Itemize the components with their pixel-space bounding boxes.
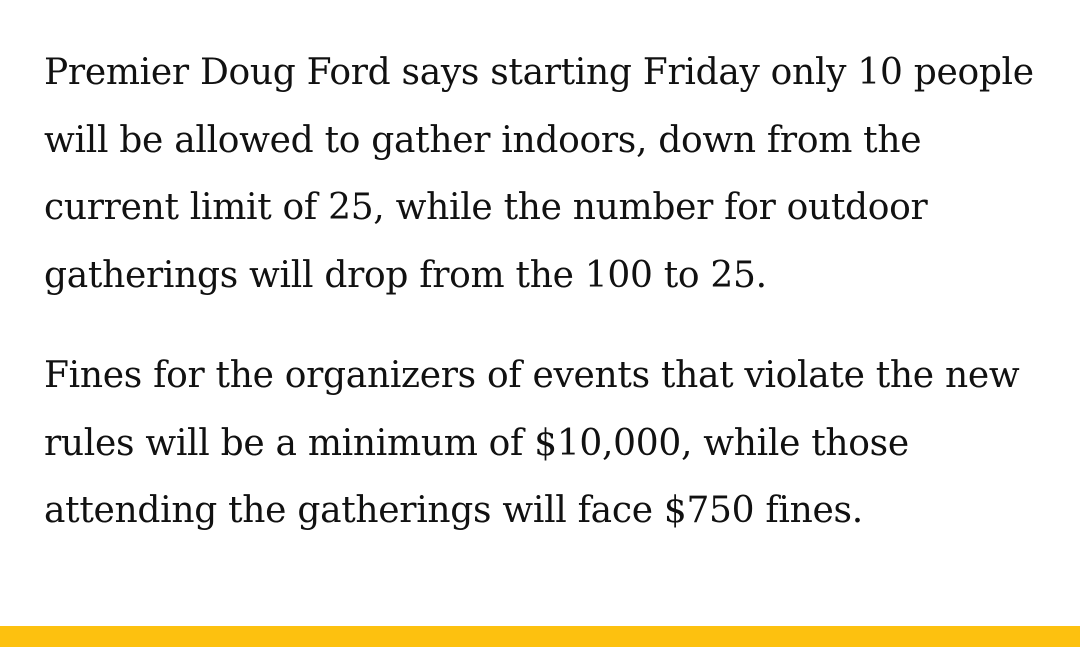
article-body: Premier Doug Ford says starting Friday o… bbox=[44, 39, 1054, 545]
article-paragraph: Premier Doug Ford says starting Friday o… bbox=[44, 52, 1034, 296]
article-paragraph: Fines for the organizers of events that … bbox=[44, 355, 1020, 531]
accent-bar bbox=[0, 626, 1080, 647]
